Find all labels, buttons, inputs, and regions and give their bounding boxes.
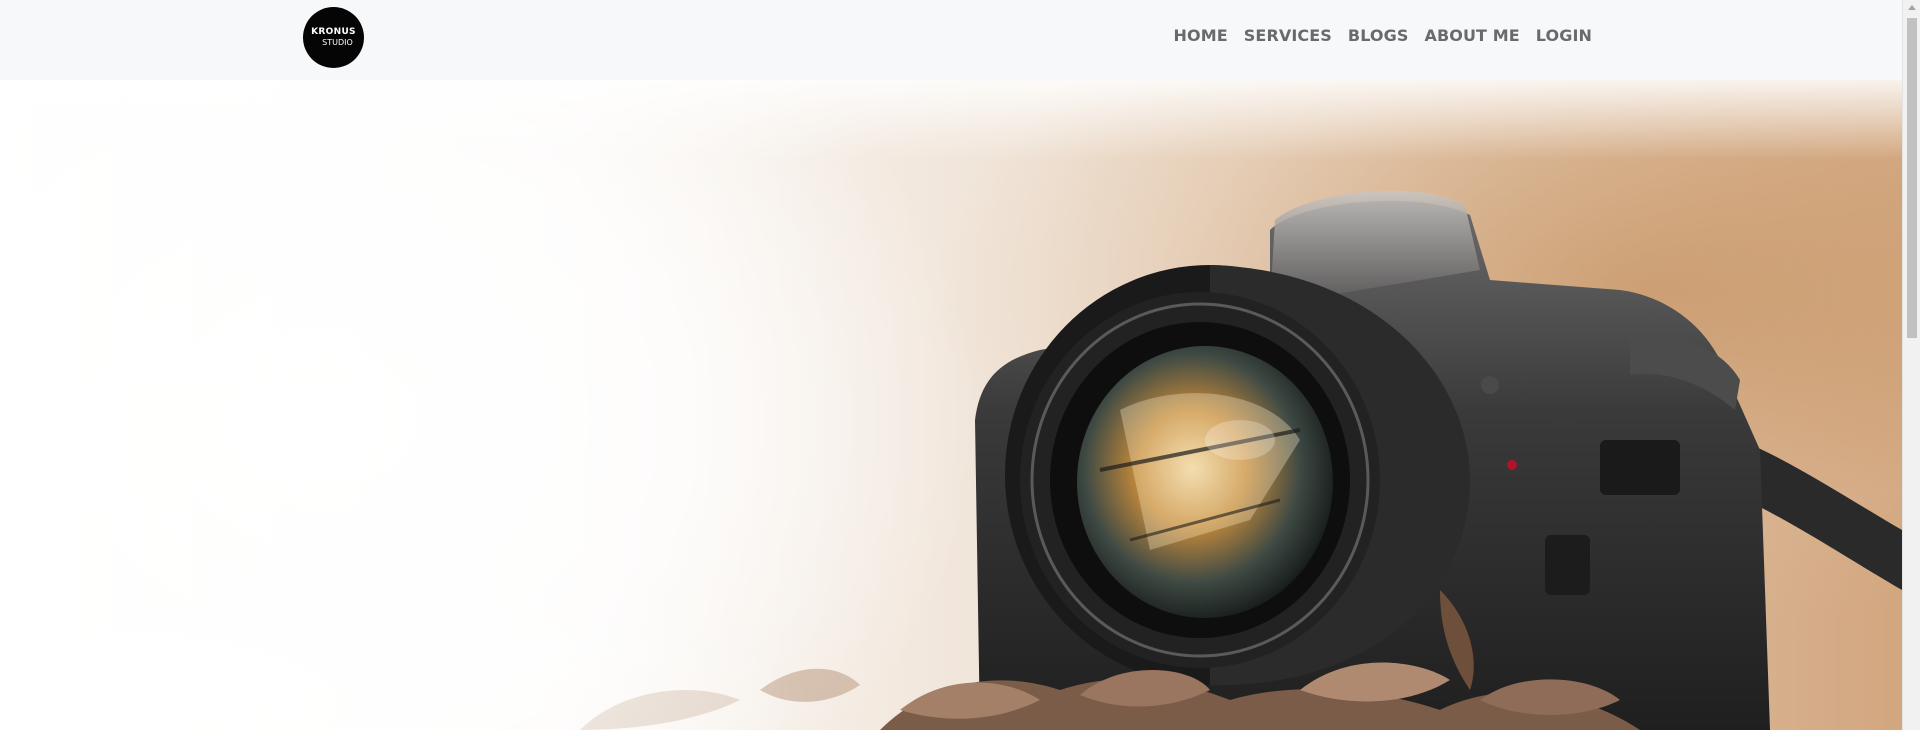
hero-camera-illustration — [0, 190, 1902, 730]
brand-logo[interactable]: KRONUS STUDIO — [303, 7, 364, 68]
brand-logo-line1: KRONUS — [311, 27, 356, 37]
nav-home[interactable]: HOME — [1174, 26, 1228, 45]
scrollbar-thumb[interactable] — [1907, 18, 1917, 338]
nav-services[interactable]: SERVICES — [1244, 26, 1332, 45]
page-scrollbar[interactable] — [1902, 0, 1920, 730]
nav-login[interactable]: LOGIN — [1536, 26, 1592, 45]
camera-strap — [1740, 440, 1902, 590]
nav-blogs[interactable]: BLOGS — [1348, 26, 1409, 45]
scroll-up-arrow-icon[interactable] — [1908, 5, 1916, 10]
hero-banner — [0, 80, 1902, 730]
main-nav: HOME SERVICES BLOGS ABOUT ME LOGIN — [1174, 26, 1592, 45]
page: KRONUS STUDIO HOME SERVICES BLOGS ABOUT … — [0, 0, 1920, 730]
navbar: KRONUS STUDIO HOME SERVICES BLOGS ABOUT … — [0, 0, 1902, 80]
brand-logo-line2: STUDIO — [322, 38, 353, 47]
nav-about-me[interactable]: ABOUT ME — [1424, 26, 1519, 45]
